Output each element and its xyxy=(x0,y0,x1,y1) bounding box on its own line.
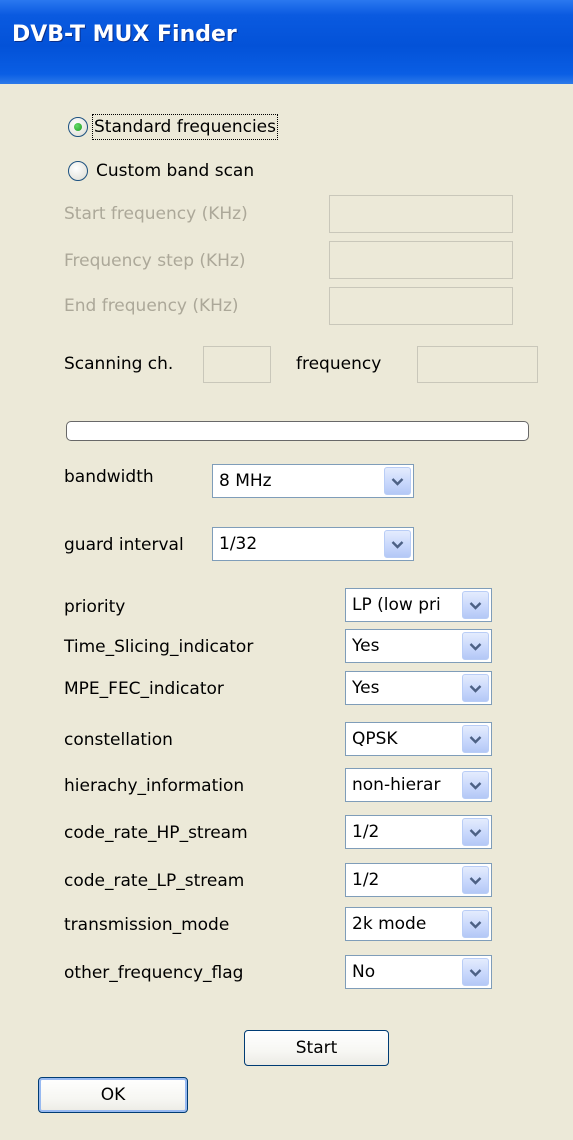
transmission-mode-value: 2k mode xyxy=(352,914,427,934)
chevron-down-icon[interactable] xyxy=(462,725,489,753)
chevron-down-icon[interactable] xyxy=(462,674,489,702)
priority-value: LP (low pri xyxy=(352,595,441,615)
priority-select[interactable]: LP (low pri xyxy=(345,588,492,622)
chevron-down-icon[interactable] xyxy=(384,530,411,558)
custom-band-scan-label[interactable]: Custom band scan xyxy=(96,160,254,182)
scanning-frequency-label: frequency xyxy=(296,354,382,374)
bandwidth-select[interactable]: 8 MHz xyxy=(212,464,414,498)
time-slicing-value: Yes xyxy=(352,636,380,656)
frequency-step-field[interactable] xyxy=(329,241,513,279)
time-slicing-select[interactable]: Yes xyxy=(345,629,492,663)
chevron-down-icon[interactable] xyxy=(462,910,489,938)
scan-progress-bar xyxy=(66,421,529,441)
window-title: DVB-T MUX Finder xyxy=(12,22,237,47)
standard-frequencies-radio[interactable] xyxy=(68,117,88,137)
guard-interval-label: guard interval xyxy=(64,535,184,555)
transmission-mode-select[interactable]: 2k mode xyxy=(345,907,492,941)
guard-interval-value: 1/32 xyxy=(219,534,258,554)
chevron-down-icon[interactable] xyxy=(462,771,489,799)
priority-label: priority xyxy=(64,597,126,617)
radio-selected-dot xyxy=(74,123,82,131)
code-rate-lp-value: 1/2 xyxy=(352,870,380,890)
constellation-select[interactable]: QPSK xyxy=(345,722,492,756)
scanning-channel-label: Scanning ch. xyxy=(64,354,174,374)
frequency-step-label: Frequency step (KHz) xyxy=(64,251,246,271)
other-frequency-flag-value: No xyxy=(352,962,376,982)
constellation-value: QPSK xyxy=(352,729,398,749)
code-rate-lp-label: code_rate_LP_stream xyxy=(64,871,245,891)
hierarchy-select[interactable]: non-hierar xyxy=(345,768,492,802)
constellation-label: constellation xyxy=(64,730,173,750)
code-rate-hp-value: 1/2 xyxy=(352,822,380,842)
dialog-window: DVB-T MUX Finder Standard frequencies Cu… xyxy=(0,0,573,1140)
bandwidth-label: bandwidth xyxy=(64,467,154,487)
mpe-fec-value: Yes xyxy=(352,678,380,698)
chevron-down-icon[interactable] xyxy=(462,818,489,846)
start-button[interactable]: Start xyxy=(244,1030,389,1066)
start-frequency-field[interactable] xyxy=(329,195,513,233)
mpe-fec-select[interactable]: Yes xyxy=(345,671,492,705)
bandwidth-value: 8 MHz xyxy=(219,471,272,491)
chevron-down-icon[interactable] xyxy=(462,866,489,894)
custom-band-scan-radio[interactable] xyxy=(68,161,88,181)
hierarchy-value: non-hierar xyxy=(352,775,441,795)
mpe-fec-label: MPE_FEC_indicator xyxy=(64,679,224,699)
transmission-mode-label: transmission_mode xyxy=(64,915,230,935)
other-frequency-flag-label: other_frequency_flag xyxy=(64,963,244,983)
scanning-frequency-field xyxy=(417,346,538,383)
title-bar[interactable]: DVB-T MUX Finder xyxy=(0,0,573,84)
end-frequency-label: End frequency (KHz) xyxy=(64,296,239,316)
guard-interval-select[interactable]: 1/32 xyxy=(212,527,414,561)
chevron-down-icon[interactable] xyxy=(462,632,489,660)
standard-frequencies-label[interactable]: Standard frequencies xyxy=(92,114,278,140)
ok-button[interactable]: OK xyxy=(38,1077,188,1113)
hierarchy-label: hierachy_information xyxy=(64,776,245,796)
code-rate-hp-select[interactable]: 1/2 xyxy=(345,815,492,849)
code-rate-lp-select[interactable]: 1/2 xyxy=(345,863,492,897)
scanning-channel-field xyxy=(203,346,271,383)
chevron-down-icon[interactable] xyxy=(462,591,489,619)
code-rate-hp-label: code_rate_HP_stream xyxy=(64,823,248,843)
end-frequency-field[interactable] xyxy=(329,287,513,325)
chevron-down-icon[interactable] xyxy=(384,467,411,495)
chevron-down-icon[interactable] xyxy=(462,958,489,986)
start-frequency-label: Start frequency (KHz) xyxy=(64,204,248,224)
other-frequency-flag-select[interactable]: No xyxy=(345,955,492,989)
time-slicing-label: Time_Slicing_indicator xyxy=(64,637,254,657)
